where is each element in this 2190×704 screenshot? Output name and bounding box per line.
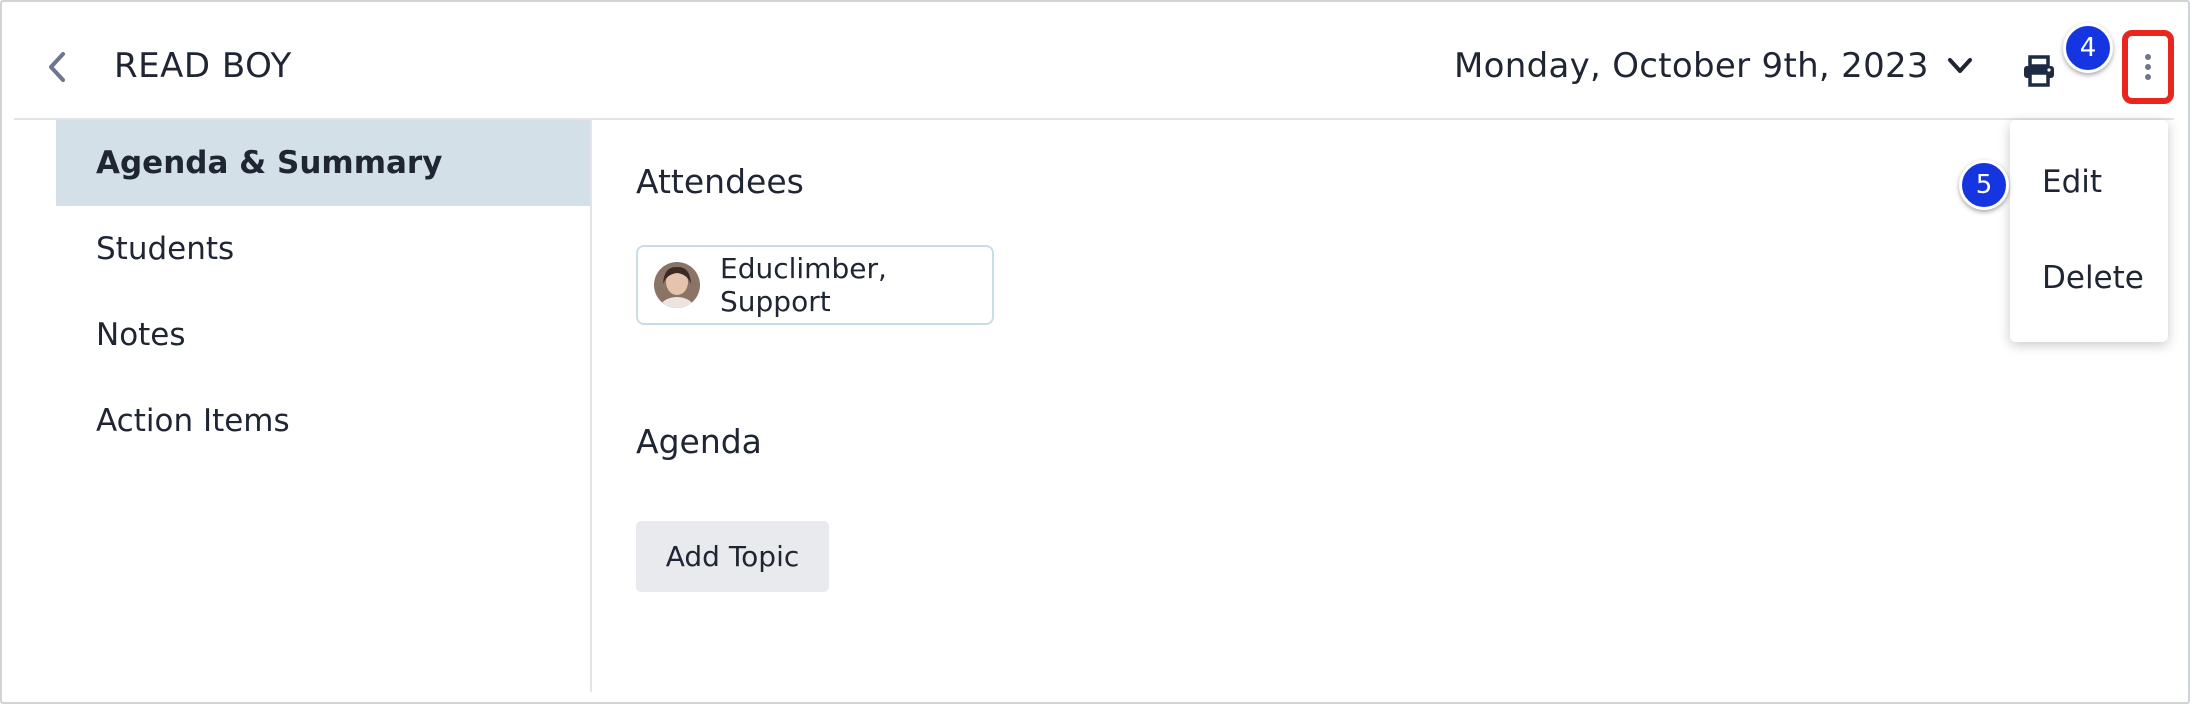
step-marker-4: 4	[2063, 23, 2113, 73]
date-selector[interactable]: Monday, October 9th, 2023	[1454, 46, 1973, 86]
sidebar-item-label: Action Items	[96, 403, 290, 439]
sidebar-item-label: Agenda & Summary	[96, 145, 443, 181]
sidebar-item-agenda-summary[interactable]: Agenda & Summary	[56, 120, 590, 206]
more-options-menu: Edit Delete	[2010, 120, 2168, 342]
sidebar-nav: Agenda & Summary Students Notes Action I…	[14, 120, 592, 692]
attendees-heading: Attendees	[636, 162, 804, 201]
date-label: Monday, October 9th, 2023	[1454, 46, 1929, 86]
more-options-button[interactable]	[2122, 30, 2174, 104]
printer-icon	[2024, 55, 2054, 87]
agenda-heading: Agenda	[636, 422, 762, 461]
chevron-left-icon	[49, 52, 65, 82]
back-button[interactable]	[32, 42, 82, 92]
sidebar-item-notes[interactable]: Notes	[56, 292, 590, 378]
menu-item-edit[interactable]: Edit	[2010, 142, 2168, 222]
page-title: READ BOY	[114, 46, 292, 86]
attendee-name: Educlimber, Support	[720, 252, 887, 318]
chevron-down-icon	[1947, 58, 1972, 73]
more-vertical-icon	[2145, 54, 2151, 80]
page-header: READ BOY Monday, October 9th, 2023	[14, 2, 2174, 120]
attendee-chip[interactable]: Educlimber, Support	[636, 245, 994, 325]
add-topic-button[interactable]: Add Topic	[636, 521, 829, 592]
menu-item-delete[interactable]: Delete	[2010, 238, 2168, 318]
sidebar-item-label: Notes	[96, 317, 186, 353]
sidebar-item-students[interactable]: Students	[56, 206, 590, 292]
print-button[interactable]	[2016, 50, 2062, 92]
sidebar-item-action-items[interactable]: Action Items	[56, 378, 590, 464]
sidebar-item-label: Students	[96, 231, 235, 267]
step-marker-5: 5	[1959, 160, 2009, 210]
avatar	[654, 262, 700, 308]
app-window: READ BOY Monday, October 9th, 2023 Agend…	[0, 0, 2190, 704]
